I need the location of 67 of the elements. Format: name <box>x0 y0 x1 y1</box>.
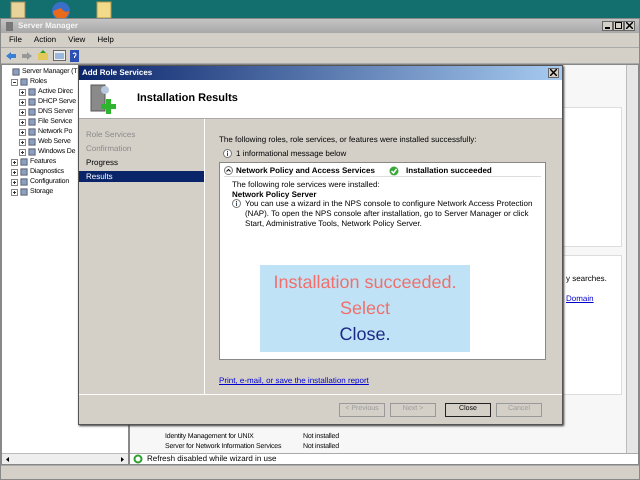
expand-icon[interactable] <box>11 168 18 176</box>
dialog-heading: Installation Results <box>137 92 238 106</box>
node-icon <box>28 138 36 146</box>
maximize-icon <box>615 22 622 30</box>
server-icon <box>5 22 14 30</box>
node-icon <box>28 128 36 136</box>
menu-item[interactable]: File <box>9 35 22 45</box>
description-text: y searches. <box>566 274 608 284</box>
report-link[interactable]: Print, e-mail, or save the installation report <box>219 376 369 386</box>
node-icon <box>28 118 36 126</box>
help-icon[interactable] <box>70 50 79 62</box>
vertical-scrollbar[interactable] <box>626 65 638 453</box>
menu-item[interactable]: View <box>68 35 86 45</box>
role-name: Network Policy and Access Services <box>236 166 376 176</box>
refresh-icon <box>133 454 143 464</box>
node-icon <box>28 108 36 116</box>
expand-icon[interactable] <box>19 118 26 126</box>
expand-icon[interactable] <box>19 138 26 146</box>
console-icon[interactable] <box>53 50 66 61</box>
close-button[interactable] <box>624 21 635 31</box>
menu-item[interactable]: Help <box>97 35 114 45</box>
installed-label: The following role services were installed: <box>232 180 381 190</box>
domain-link[interactable]: Domain <box>566 294 621 304</box>
close-icon <box>550 69 557 76</box>
expand-icon[interactable] <box>19 128 26 136</box>
success-icon <box>389 166 399 176</box>
collapse-icon[interactable] <box>11 78 18 86</box>
expand-icon[interactable] <box>19 88 26 96</box>
collapse-icon[interactable] <box>224 166 233 176</box>
service-name: Network Policy Server <box>232 190 318 200</box>
expand-icon[interactable] <box>11 188 18 196</box>
node-icon <box>28 88 36 96</box>
maximize-button[interactable] <box>613 21 624 31</box>
expand-icon[interactable] <box>19 148 26 156</box>
node-icon <box>28 98 36 106</box>
node-icon <box>12 68 20 76</box>
wizard-step[interactable]: Progress <box>79 157 204 168</box>
node-icon <box>20 78 28 86</box>
node-icon <box>28 148 36 156</box>
expand-icon[interactable] <box>19 98 26 106</box>
expand-icon[interactable] <box>19 108 26 116</box>
minimize-button[interactable] <box>602 21 613 31</box>
expand-icon[interactable] <box>11 158 18 166</box>
window-title: Server Manager <box>18 21 78 31</box>
callout-text: Installation succeeded. Select <box>273 272 457 318</box>
close-icon <box>626 22 633 30</box>
server-add-icon <box>89 83 117 115</box>
expand-icon[interactable] <box>11 178 18 186</box>
menu-item[interactable]: Action <box>34 35 56 45</box>
info-icon <box>232 199 241 208</box>
folder-icon[interactable] <box>10 0 26 18</box>
info-message: You can use a wizard in the NPS console to configure Network Access Protection (NAP). To open the NPS console after installation, go to Server Manager or click Start, Administrative Tools, Network Policy Server. <box>245 199 534 228</box>
intro-text: The following roles, role services, or features were installed successfully: <box>219 135 478 145</box>
node-icon <box>20 178 28 186</box>
node-icon <box>20 158 28 166</box>
legend-text: 1 informational message below <box>236 148 346 158</box>
folder-icon[interactable] <box>96 0 112 18</box>
back-icon[interactable] <box>5 50 17 60</box>
wizard-step[interactable]: Results <box>79 171 204 182</box>
status-text: Refresh disabled while wizard in use <box>147 454 276 464</box>
node-icon <box>20 188 28 196</box>
status-text: Installation succeeded <box>406 166 492 176</box>
node-icon <box>20 168 28 176</box>
info-icon <box>223 148 232 158</box>
dialog-title: Add Role Services <box>82 68 152 78</box>
callout-highlight: Close. <box>339 324 391 344</box>
close-button[interactable] <box>548 68 559 78</box>
